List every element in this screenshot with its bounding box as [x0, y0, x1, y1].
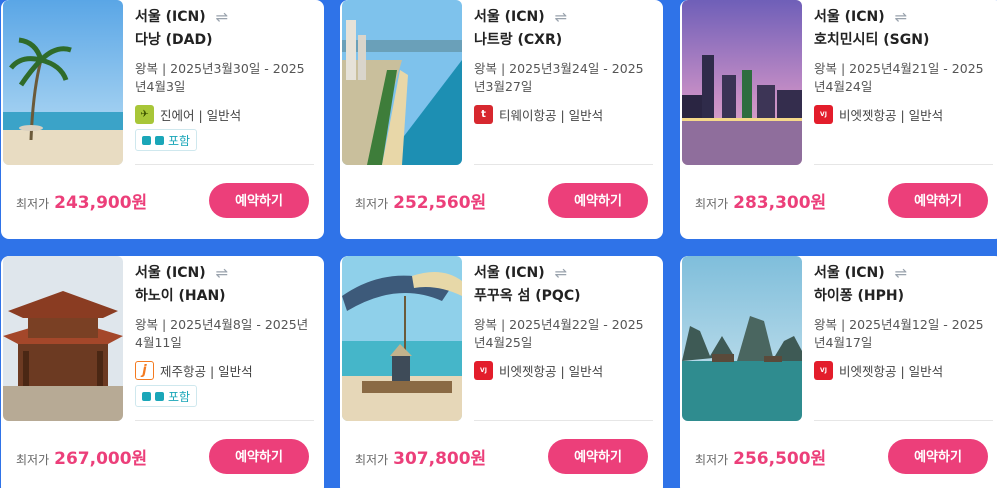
flight-card[interactable]: 서울 (ICN) ⇌ 푸꾸옥 섬 (PQC) 왕복 | 2025년4월22일 - … [340, 256, 663, 488]
trip-dates: 왕복 | 2025년4월21일 - 2025년4월24일 [814, 61, 984, 94]
airline-class: 비엣젯항공 | 일반석 [839, 107, 944, 123]
price-label: 최저가 [16, 197, 50, 211]
divider [814, 164, 993, 165]
trip-dates: 왕복 | 2025년4월12일 - 2025년4월17일 [814, 317, 984, 350]
price-value: 267,000원 [54, 449, 148, 469]
trip-dates: 왕복 | 2025년3월24일 - 2025년3월27일 [474, 61, 644, 94]
vietjet-logo-icon: VJ [474, 360, 493, 380]
suitcase-icon [142, 391, 151, 401]
jinair-logo-icon: ✈ [135, 104, 154, 124]
flight-card[interactable]: 서울 (ICN) ⇌ 다낭 (DAD) 왕복 | 2025년3월30일 - 202… [1, 0, 324, 239]
divider [474, 164, 653, 165]
airline-class: 진에어 | 일반석 [160, 107, 242, 123]
price-block: 최저가 307,800원 [355, 444, 486, 469]
price-block: 최저가 256,500원 [695, 444, 826, 469]
baggage-badge: 포함 [135, 385, 198, 407]
trip-dates: 왕복 | 2025년4월8일 - 2025년4월11일 [135, 317, 309, 350]
price-label: 최저가 [695, 197, 729, 211]
destination-label: 호치민시티 (SGN) [814, 32, 930, 48]
destination-label: 다낭 (DAD) [135, 32, 213, 48]
divider [135, 420, 314, 421]
round-trip-icon: ⇌ [215, 264, 229, 282]
destination-label: 푸꾸옥 섬 (PQC) [474, 288, 581, 304]
destination-image [3, 0, 123, 165]
baggage-label: 포함 [168, 389, 191, 404]
origin-label: 서울 (ICN) [135, 265, 206, 281]
baggage-label: 포함 [168, 133, 191, 148]
airline-class: 제주항공 | 일반석 [160, 363, 253, 379]
flight-card[interactable]: 서울 (ICN) ⇌ 하노이 (HAN) 왕복 | 2025년4월8일 - 202… [1, 256, 324, 488]
round-trip-icon: ⇌ [894, 264, 908, 282]
destination-image [682, 256, 802, 421]
origin-label: 서울 (ICN) [814, 265, 885, 281]
destination-image [342, 256, 462, 421]
origin-label: 서울 (ICN) [814, 9, 885, 25]
destination-image [682, 0, 802, 165]
airline-class: 티웨이항공 | 일반석 [499, 107, 604, 123]
trip-dates: 왕복 | 2025년3월30일 - 2025년4월3일 [135, 61, 305, 94]
airline-class: 비엣젯항공 | 일반석 [499, 363, 604, 379]
book-button[interactable]: 예약하기 [888, 439, 988, 474]
price-value: 252,560원 [393, 193, 487, 213]
flight-card[interactable]: 서울 (ICN) ⇌ 나트랑 (CXR) 왕복 | 2025년3월24일 - 20… [340, 0, 663, 239]
price-value: 283,300원 [733, 193, 827, 213]
book-button[interactable]: 예약하기 [548, 439, 648, 474]
luggage-icon [155, 135, 164, 145]
price-value: 256,500원 [733, 449, 827, 469]
round-trip-icon: ⇌ [894, 8, 908, 26]
price-value: 307,800원 [393, 449, 487, 469]
divider [135, 164, 314, 165]
round-trip-icon: ⇌ [554, 264, 568, 282]
trip-dates: 왕복 | 2025년4월22일 - 2025년4월25일 [474, 317, 644, 350]
vietjet-logo-icon: VJ [814, 104, 833, 124]
destination-label: 하노이 (HAN) [135, 288, 226, 304]
origin-label: 서울 (ICN) [474, 265, 545, 281]
round-trip-icon: ⇌ [554, 8, 568, 26]
price-label: 최저가 [355, 453, 389, 467]
origin-label: 서울 (ICN) [135, 9, 206, 25]
book-button[interactable]: 예약하기 [888, 183, 988, 218]
price-block: 최저가 243,900원 [16, 188, 147, 213]
airline-class: 비엣젯항공 | 일반석 [839, 363, 944, 379]
price-block: 최저가 283,300원 [695, 188, 826, 213]
price-block: 최저가 267,000원 [16, 444, 147, 469]
price-block: 최저가 252,560원 [355, 188, 486, 213]
round-trip-icon: ⇌ [215, 8, 229, 26]
vietjet-logo-icon: VJ [814, 360, 833, 380]
book-button[interactable]: 예약하기 [209, 439, 309, 474]
jejuair-logo-icon: j [135, 360, 154, 380]
suitcase-icon [142, 135, 151, 145]
book-button[interactable]: 예약하기 [209, 183, 309, 218]
destination-label: 하이퐁 (HPH) [814, 288, 905, 304]
destination-image [342, 0, 462, 165]
origin-label: 서울 (ICN) [474, 9, 545, 25]
destination-label: 나트랑 (CXR) [474, 32, 563, 48]
book-button[interactable]: 예약하기 [548, 183, 648, 218]
destination-image [3, 256, 123, 421]
flight-card[interactable]: 서울 (ICN) ⇌ 호치민시티 (SGN) 왕복 | 2025년4월21일 - … [680, 0, 997, 239]
luggage-icon [155, 391, 164, 401]
divider [814, 420, 993, 421]
price-value: 243,900원 [54, 193, 148, 213]
price-label: 최저가 [355, 197, 389, 211]
flight-card[interactable]: 서울 (ICN) ⇌ 하이퐁 (HPH) 왕복 | 2025년4월12일 - 20… [680, 256, 997, 488]
tway-logo-icon: t [474, 104, 493, 124]
divider [474, 420, 653, 421]
price-label: 최저가 [695, 453, 729, 467]
price-label: 최저가 [16, 453, 50, 467]
baggage-badge: 포함 [135, 129, 198, 151]
